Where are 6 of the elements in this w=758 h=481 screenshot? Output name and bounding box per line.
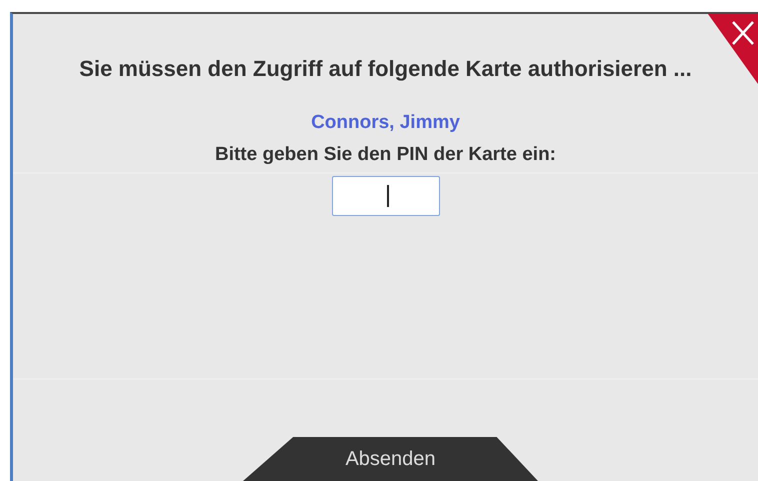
dialog-title: Sie müssen den Zugriff auf folgende Karte authorisieren ... xyxy=(79,56,692,82)
submit-button[interactable]: Absenden xyxy=(243,437,538,481)
close-icon[interactable] xyxy=(708,14,758,84)
pin-input-field[interactable] xyxy=(332,176,440,216)
card-holder-name: Connors, Jimmy xyxy=(311,112,460,134)
pin-prompt: Bitte geben Sie den PIN der Karte ein: xyxy=(214,144,556,166)
